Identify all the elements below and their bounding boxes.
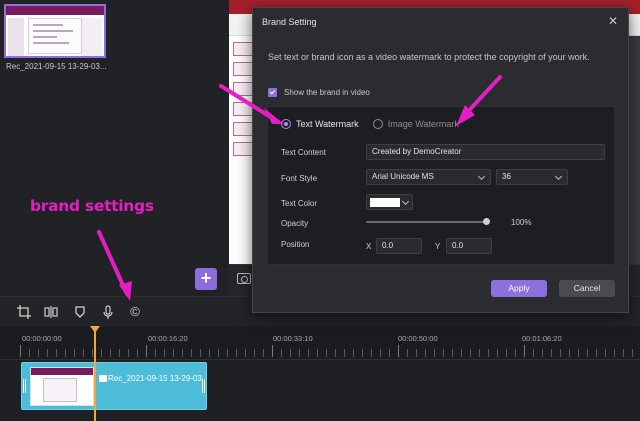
thumbnail-line: [33, 24, 63, 26]
show-brand-row[interactable]: Show the brand in video: [268, 88, 370, 97]
clip-name: Rec_2021-09-15 13-29-03: [108, 374, 202, 383]
brand-setting-dialog: Brand Setting ✕ Set text or brand icon a…: [252, 7, 629, 313]
media-clip-name: Rec_2021-09-15 13-29-03...: [6, 62, 107, 71]
brand-icon[interactable]: ©: [127, 304, 143, 320]
text-content-label: Text Content: [281, 148, 326, 157]
image-watermark-radio[interactable]: [372, 119, 383, 129]
camera-icon[interactable]: [237, 273, 251, 284]
preview-scrollbar[interactable]: [628, 36, 640, 264]
close-icon[interactable]: ✕: [608, 14, 618, 28]
thumbnail-titlebar: [6, 6, 104, 15]
apply-button[interactable]: Apply: [491, 280, 547, 297]
add-to-timeline-button[interactable]: +: [195, 268, 217, 290]
opacity-value: 100%: [511, 218, 532, 227]
text-color-picker[interactable]: [366, 194, 413, 210]
text-content-input[interactable]: Created by DemoCreator: [366, 144, 605, 160]
thumbnail-line: [33, 36, 57, 38]
color-swatch: [370, 198, 400, 207]
position-label: Position: [281, 240, 310, 249]
timeline: 00:00:00:00 00:00:16:20 00:00:33:10 00:0…: [0, 326, 640, 421]
dialog-description: Set text or brand icon as a video waterm…: [268, 52, 590, 62]
playhead[interactable]: [90, 326, 100, 421]
opacity-label: Opacity: [281, 219, 309, 228]
clip-left-handle[interactable]: [23, 379, 26, 393]
font-family-value: Arial Unicode MS: [372, 172, 434, 181]
font-size-value: 36: [502, 172, 511, 181]
text-watermark-label[interactable]: Text Watermark: [296, 119, 359, 129]
text-color-label: Text Color: [281, 199, 318, 208]
mask-icon[interactable]: [72, 304, 88, 320]
clip-thumbnail-titlebar: [31, 368, 93, 375]
clip-right-handle[interactable]: [202, 379, 205, 393]
thumbnail-line: [33, 30, 73, 32]
opacity-slider[interactable]: [366, 218, 490, 225]
text-watermark-radio[interactable]: [281, 119, 291, 129]
font-size-select[interactable]: 36: [496, 169, 568, 185]
ruler-major-ticks: [20, 345, 640, 357]
annotation-label: brand settings: [30, 197, 154, 215]
clip-thumbnail: [30, 367, 94, 406]
media-thumbnail[interactable]: [4, 4, 106, 58]
chevron-down-icon: [401, 197, 410, 206]
preview-slide: [233, 42, 253, 56]
position-x-input[interactable]: 0.0: [376, 238, 422, 254]
position-y-input[interactable]: 0.0: [446, 238, 492, 254]
video-icon: [99, 375, 107, 382]
preview-slide: [233, 142, 253, 156]
font-family-select[interactable]: Arial Unicode MS: [366, 169, 491, 185]
timestamp: 00:00:00:00: [22, 334, 62, 343]
timestamp: 00:00:50:00: [398, 334, 438, 343]
crop-icon[interactable]: [16, 304, 32, 320]
thumbnail-document: [28, 18, 82, 54]
show-brand-label: Show the brand in video: [284, 88, 370, 97]
opacity-slider-handle[interactable]: [483, 218, 490, 225]
clip-thumbnail-document: [43, 378, 77, 402]
show-brand-checkbox[interactable]: [268, 88, 277, 97]
x-label: X: [366, 242, 372, 251]
image-watermark-label[interactable]: Image Watermark: [388, 119, 459, 129]
cancel-button[interactable]: Cancel: [559, 280, 615, 297]
timestamp: 00:01:06:20: [522, 334, 562, 343]
split-icon[interactable]: [43, 304, 59, 320]
mic-icon[interactable]: [100, 304, 116, 320]
watermark-type-selector: Text Watermark Image Watermark: [281, 119, 473, 129]
preview-slide: [233, 102, 253, 116]
thumbnail-line: [33, 42, 69, 44]
media-library: Rec_2021-09-15 13-29-03...: [0, 0, 229, 296]
thumbnail-pane: [82, 18, 102, 56]
preview-slide: [233, 62, 253, 76]
timestamp: 00:00:33:10: [273, 334, 313, 343]
watermark-panel: Text Watermark Image Watermark Text Cont…: [267, 106, 615, 265]
thumbnail-sidebar: [8, 18, 24, 56]
preview-slide: [233, 82, 253, 96]
chevron-down-icon: [477, 172, 486, 181]
timestamp: 00:00:16:20: [148, 334, 188, 343]
y-label: Y: [435, 242, 441, 251]
preview-slide: [233, 122, 253, 136]
dialog-title: Brand Setting: [262, 17, 317, 27]
chevron-down-icon: [554, 172, 563, 181]
font-style-label: Font Style: [281, 174, 318, 183]
timeline-clip[interactable]: Rec_2021-09-15 13-29-03: [21, 362, 207, 410]
